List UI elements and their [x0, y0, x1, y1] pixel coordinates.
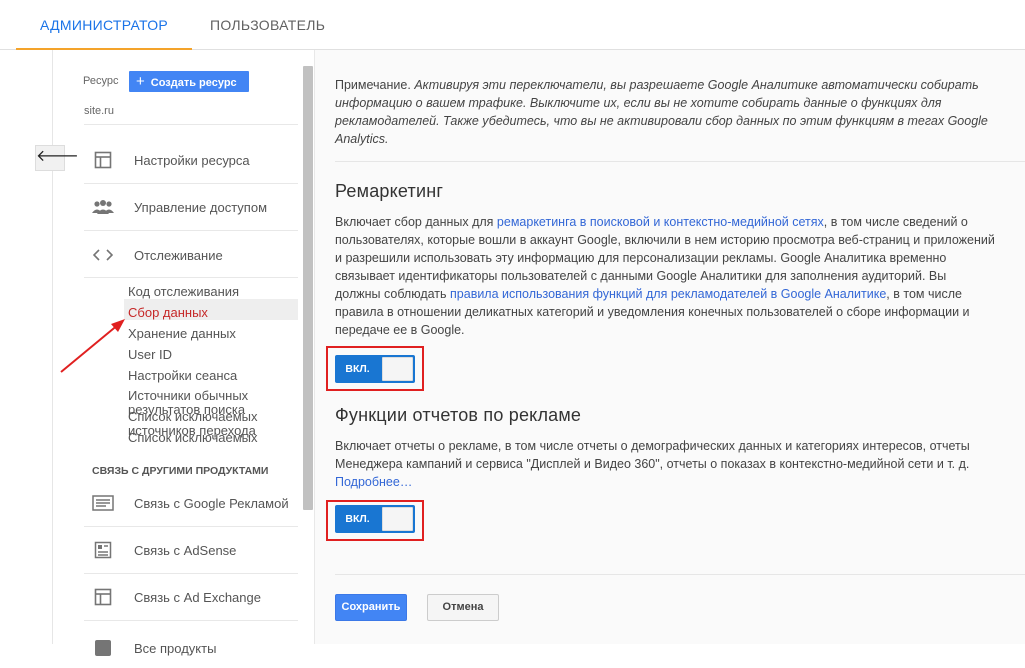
- people-icon: [92, 196, 114, 218]
- separator: [84, 573, 298, 574]
- sidebar-divider: [52, 50, 53, 644]
- separator: [84, 230, 298, 231]
- adexchange-icon: [92, 586, 114, 608]
- ad-reports-toggle[interactable]: ВКЛ.: [335, 505, 415, 533]
- note-prefix: Примечание.: [335, 78, 411, 92]
- sidebar-item-label: Управление доступом: [134, 199, 268, 215]
- sidebar-item-label: Связь с Ad Exchange: [134, 589, 261, 605]
- ad-reports-title: Функции отчетов по рекламе: [335, 405, 582, 425]
- separator: [84, 620, 298, 621]
- sidebar-item-label: Отслеживание: [134, 247, 223, 263]
- note-text: Примечание. Активируя эти переключатели,…: [335, 76, 990, 148]
- sidebar-item-label: Связь с Google Рекламой: [134, 495, 289, 511]
- group-header-product-links: СВЯЗЬ С ДРУГИМИ ПРОДУКТАМИ: [92, 465, 269, 477]
- subitem-session-settings[interactable]: Настройки сеанса: [128, 368, 298, 383]
- top-bar: АДМИНИСТРАТОР ПОЛЬЗОВАТЕЛЬ: [0, 0, 1025, 50]
- ad-features-policy-link[interactable]: правила использования функций для реклам…: [450, 287, 886, 301]
- sidebar-item-label: Все продукты: [134, 640, 217, 656]
- subitem-search-term-exclusion-list[interactable]: Список исключаемых поисковых запросов: [128, 431, 268, 449]
- remarketing-description: Включает сбор данных для ремаркетинга в …: [335, 213, 995, 339]
- code-icon: [92, 244, 114, 266]
- sidebar-item-label: Настройки ресурса: [134, 152, 250, 168]
- create-resource-label: Создать ресурс: [150, 77, 237, 89]
- toggle-knob: [382, 357, 413, 381]
- separator: [84, 124, 298, 125]
- plus-icon: +: [136, 73, 145, 90]
- save-button[interactable]: Сохранить: [335, 594, 407, 621]
- learn-more-link[interactable]: Подробнее…: [335, 475, 412, 489]
- sidebar-scrollbar[interactable]: [303, 66, 313, 510]
- sidebar-item-all-products[interactable]: Все продукты: [84, 628, 298, 668]
- divider: [335, 574, 1025, 575]
- sidebar-item-tracking[interactable]: Отслеживание: [84, 235, 298, 275]
- products-icon: [92, 637, 114, 659]
- resource-label: Ресурс: [83, 75, 119, 87]
- separator: [84, 277, 298, 278]
- subitem-tracking-code[interactable]: Код отслеживания: [128, 284, 298, 299]
- ad-reports-description: Включает отчеты о рекламе, в том числе о…: [335, 437, 995, 491]
- toggle-label: ВКЛ.: [345, 513, 370, 525]
- subitem-user-id[interactable]: User ID: [128, 347, 298, 362]
- remarketing-toggle[interactable]: ВКЛ.: [335, 355, 415, 383]
- tab-user[interactable]: ПОЛЬЗОВАТЕЛЬ: [210, 0, 325, 50]
- layout-icon: [92, 149, 114, 171]
- create-resource-button[interactable]: + Создать ресурс: [129, 71, 249, 92]
- back-button[interactable]: 🡐: [35, 145, 79, 171]
- sidebar-item-property-settings[interactable]: Настройки ресурса: [84, 140, 298, 180]
- separator: [84, 526, 298, 527]
- red-pointer-arrow-icon: [60, 319, 125, 373]
- tab-admin[interactable]: АДМИНИСТРАТОР: [15, 0, 193, 50]
- subitem-data-retention[interactable]: Хранение данных: [128, 326, 298, 341]
- divider: [335, 161, 1025, 162]
- adsense-icon: [92, 539, 114, 561]
- site-name: site.ru: [84, 105, 114, 117]
- cancel-button[interactable]: Отмена: [427, 594, 499, 621]
- sidebar-item-ad-exchange-link[interactable]: Связь с Ad Exchange: [84, 577, 298, 617]
- sidebar-item-access-management[interactable]: Управление доступом: [84, 187, 298, 227]
- subitem-data-collection[interactable]: Сбор данных: [128, 305, 298, 320]
- remarketing-text-1: Включает сбор данных для: [335, 215, 497, 229]
- toggle-knob: [382, 507, 413, 531]
- ads-icon: [92, 492, 114, 514]
- sidebar-item-google-ads-link[interactable]: Связь с Google Рекламой: [84, 483, 298, 523]
- toggle-label: ВКЛ.: [345, 363, 370, 375]
- ad-reports-text: Включает отчеты о рекламе, в том числе о…: [335, 439, 970, 471]
- main-panel: Примечание. Активируя эти переключатели,…: [320, 50, 1025, 644]
- sidebar-item-adsense-link[interactable]: Связь с AdSense: [84, 530, 298, 570]
- note-body: Активируя эти переключатели, вы разрешае…: [335, 78, 988, 146]
- sidebar-item-label: Связь с AdSense: [134, 542, 237, 558]
- remarketing-title: Ремаркетинг: [335, 181, 444, 201]
- back-arrow-icon: 🡐: [36, 148, 79, 165]
- remarketing-link[interactable]: ремаркетинга в поисковой и контекстно-ме…: [497, 215, 824, 229]
- separator: [84, 183, 298, 184]
